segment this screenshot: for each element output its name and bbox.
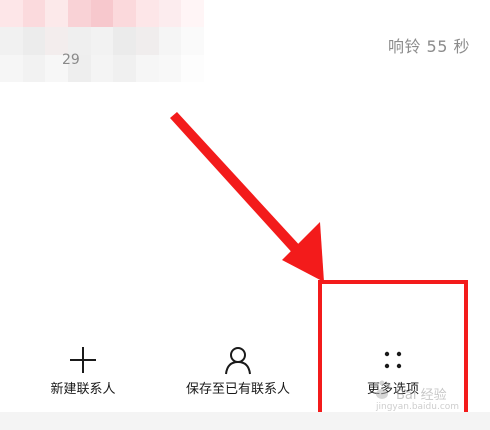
bottom-strip — [0, 412, 490, 430]
person-icon — [225, 347, 251, 375]
number-fragment: 29 — [62, 52, 80, 68]
save-to-existing-contact-label: 保存至已有联系人 — [185, 382, 290, 397]
redacted-caller-info — [0, 0, 204, 82]
call-log-detail-screen: 29 响铃 55 秒 新建联系人 保存至已有联系人 更多选项 Bai 经验 ji… — [0, 0, 490, 430]
ring-duration-text: 响铃 55 秒 — [387, 37, 470, 56]
watermark-logo-text: Bai 经验 — [396, 388, 447, 403]
arrow-head — [282, 222, 324, 282]
new-contact-button[interactable]: 新建联系人 — [8, 336, 158, 412]
watermark-url: jingyan.baidu.com — [376, 402, 460, 412]
paw-logo-icon — [373, 380, 391, 399]
save-to-existing-contact-button[interactable]: 保存至已有联系人 — [163, 336, 313, 412]
arrow-shaft — [170, 112, 315, 268]
new-contact-label: 新建联系人 — [50, 382, 116, 397]
plus-icon — [70, 347, 96, 373]
